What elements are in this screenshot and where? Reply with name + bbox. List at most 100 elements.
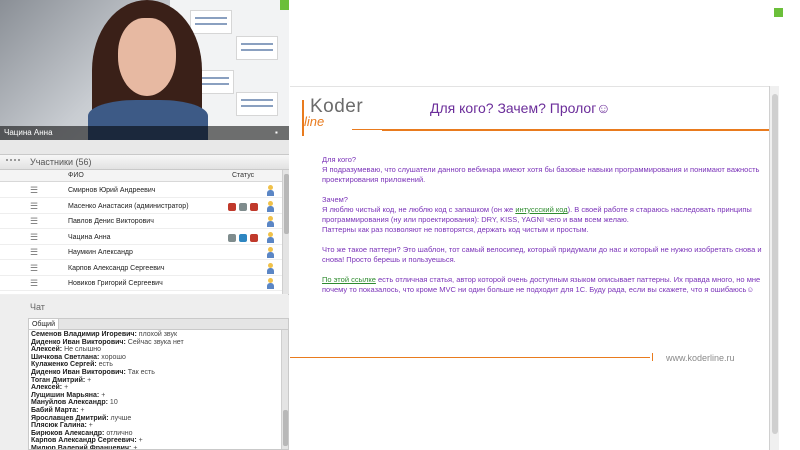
- scrollbar-thumb[interactable]: [284, 174, 289, 234]
- user-icon: [266, 278, 274, 289]
- chat-text: +: [99, 391, 106, 399]
- question-why: Зачем?: [322, 195, 348, 204]
- participant-row[interactable]: ☰ Масенко Анастасия (администратор): [0, 199, 289, 214]
- status-icon[interactable]: [228, 233, 236, 242]
- video-poster: [190, 10, 232, 34]
- menu-icon[interactable]: ☰: [30, 261, 39, 276]
- menu-icon[interactable]: ☰: [30, 245, 39, 260]
- participants-header[interactable]: Участники (56): [0, 154, 289, 170]
- chat-author: Тоган Дмитрий:: [31, 376, 86, 384]
- chat-text: хорошо: [99, 353, 126, 361]
- chat-author: Бабий Марта:: [31, 407, 79, 414]
- panel-indicator[interactable]: [774, 8, 783, 17]
- footer-url: www.koderline.ru: [666, 353, 735, 363]
- chat-text: +: [78, 407, 85, 414]
- chat-text: отлично: [104, 429, 133, 437]
- presenter-video: Чацина Анна ▪: [0, 0, 289, 140]
- chat-author: Лущишин Марьяна:: [31, 391, 100, 399]
- menu-icon[interactable]: ☰: [30, 276, 39, 291]
- chat-author: Бирюков Александр:: [31, 429, 105, 437]
- scrollbar-thumb[interactable]: [772, 94, 778, 434]
- slide-title: Для кого? Зачем? Пролог☺: [430, 100, 611, 116]
- chat-author: Ярославцев Дмитрий:: [31, 414, 109, 422]
- koderline-logo: Koder line: [296, 96, 382, 140]
- chat-author: Диденко Иван Викторович:: [31, 369, 126, 376]
- chat-tab-general[interactable]: Общий: [29, 319, 59, 330]
- title-divider: [382, 129, 782, 131]
- chat-text: плохой звук: [136, 331, 178, 338]
- chat-text: 10: [107, 399, 118, 407]
- video-status-indicator[interactable]: [280, 0, 289, 10]
- status-icon[interactable]: [228, 202, 236, 211]
- chat-text: есть: [96, 361, 113, 369]
- answer-who: Я подразумеваю, что слушатели данного ве…: [322, 165, 760, 184]
- chat-author: Кулаженко Сергей:: [31, 361, 97, 369]
- menu-icon[interactable]: ☰: [30, 214, 39, 229]
- drag-handle-icon[interactable]: [6, 159, 20, 165]
- chat-tabbar: [29, 319, 288, 330]
- chat-author: Карпов Александр Сергеевич:: [31, 437, 137, 445]
- video-poster: [236, 36, 278, 60]
- status-icon[interactable]: [250, 233, 258, 242]
- video-poster: [236, 92, 278, 116]
- participant-name: Павлов Денис Викторович: [68, 218, 154, 225]
- status-icon[interactable]: [250, 202, 258, 211]
- participants-title: Участники (56): [30, 157, 92, 167]
- user-icon: [266, 200, 274, 212]
- right-margin: [779, 0, 800, 450]
- chat-text: лучше: [108, 414, 132, 422]
- scrollbar-thumb[interactable]: [283, 410, 288, 446]
- camera-icon[interactable]: ▪: [275, 128, 285, 138]
- answer-why-part1: Я люблю чистый код, не люблю код с запаш…: [322, 205, 516, 214]
- left-sidebar: Чацина Анна ▪ Участники (56) ФИО Статус …: [0, 0, 289, 450]
- column-name[interactable]: ФИО: [68, 170, 84, 182]
- status-icons: [228, 202, 261, 211]
- article-link[interactable]: По этой ссылке: [322, 275, 376, 284]
- participant-row[interactable]: ☰ Карпов Александр Сергеевич: [0, 261, 289, 276]
- footer-mark: [652, 353, 660, 361]
- link-indian-code[interactable]: интуссский код: [515, 205, 568, 214]
- participant-name: Смирнов Юрий Андреевич: [68, 187, 156, 194]
- participant-row[interactable]: ☰ Наумкин Александр: [0, 245, 289, 260]
- chat-text: +: [85, 376, 92, 384]
- chat-author: Алексей:: [31, 346, 63, 354]
- panel-gap: [0, 140, 289, 154]
- column-status[interactable]: Статус: [232, 170, 254, 182]
- chat-scrollbar[interactable]: [281, 330, 288, 449]
- chat-author: Семенов Владимир Игоревич:: [31, 331, 137, 338]
- chat-text: +: [131, 445, 138, 450]
- status-icon[interactable]: [239, 233, 247, 242]
- presenter-face: [118, 18, 176, 96]
- participants-list: ФИО Статус ☰ Смирнов Юрий Андреевич ☰ Масен…: [0, 170, 289, 294]
- user-icon: [266, 231, 274, 243]
- chat-text: +: [86, 422, 93, 430]
- chat-text: Не слышно: [62, 346, 101, 354]
- slide-content: Для кого? Я подразумеваю, что слушатели …: [322, 155, 762, 305]
- participant-row[interactable]: ☰ Павлов Денис Викторович: [0, 214, 289, 229]
- article-description: есть отличная статья, автор которой очен…: [322, 275, 761, 294]
- presentation-area: Koder line Для кого? Зачем? Пролог☺ Для …: [290, 0, 800, 450]
- menu-icon[interactable]: ☰: [30, 199, 39, 214]
- chat-author: Алексей:: [31, 384, 63, 392]
- chat-text: +: [136, 437, 143, 445]
- footer-divider: [290, 357, 650, 358]
- chat-message: Милюр Валерий Францевич: +: [31, 445, 138, 450]
- menu-icon[interactable]: ☰: [30, 183, 39, 198]
- participant-row[interactable]: ☰ Чацина Анна: [0, 230, 289, 245]
- chat-title: Чат: [30, 302, 45, 312]
- participants-scrollbar[interactable]: [282, 170, 289, 294]
- logo-underline: [352, 129, 382, 130]
- logo-line: line: [304, 114, 325, 129]
- participants-columns: ФИО Статус: [0, 170, 289, 182]
- status-icon[interactable]: [239, 202, 247, 211]
- answer-why-line2: Паттерны как раз позволяют не повторятся…: [322, 225, 589, 234]
- chat-box: Общий Семенов Владимир Игоревич: плохой …: [28, 318, 289, 450]
- chat-text: Так есть: [125, 369, 155, 376]
- menu-icon[interactable]: ☰: [30, 230, 39, 245]
- slide-scrollbar[interactable]: [769, 86, 779, 450]
- user-icon: [266, 216, 274, 227]
- participant-row[interactable]: ☰ Смирнов Юрий Андреевич: [0, 183, 289, 198]
- pattern-definition: Что же такое паттерн? Это шаблон, тот са…: [322, 245, 762, 264]
- participant-row[interactable]: ☰ Новиков Григорий Сергеевич: [0, 276, 289, 291]
- user-icon: [266, 262, 274, 274]
